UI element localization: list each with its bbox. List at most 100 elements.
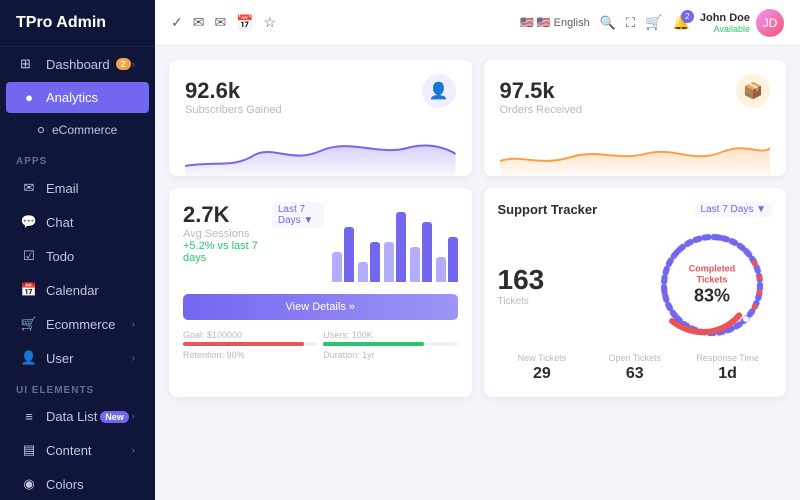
sidebar-item-content[interactable]: ▤ Content › bbox=[6, 434, 149, 466]
stat-users: Users: 100K Duration: 1yr bbox=[323, 330, 457, 362]
stat-label: Orders Received bbox=[500, 104, 583, 116]
progress-bar-duration bbox=[323, 342, 424, 346]
message-icon[interactable]: ✉ bbox=[214, 14, 226, 31]
duration-label: Duration: 1yr bbox=[323, 350, 457, 360]
user-status: Available bbox=[700, 24, 750, 34]
sidebar-item-label: Todo bbox=[46, 249, 74, 264]
stat-card-header: 97.5k Orders Received 📦 bbox=[500, 74, 771, 122]
sidebar-item-user[interactable]: 👤 User › bbox=[6, 342, 149, 374]
sidebar-item-label: Data List bbox=[46, 409, 97, 424]
new-badge: New bbox=[100, 411, 129, 423]
sidebar-item-chat[interactable]: 💬 Chat bbox=[6, 206, 149, 238]
session-stats-grid: Goal: $100000 Retention: 90% Users: 100K… bbox=[183, 330, 458, 362]
sidebar-item-analytics[interactable]: ● Analytics bbox=[6, 82, 149, 113]
email-icon: ✉ bbox=[20, 180, 38, 196]
bar-group-4 bbox=[410, 222, 432, 282]
bottom-row: 2.7K Avg Sessions +5.2% vs last 7 days L… bbox=[169, 188, 786, 397]
response-time-stat: Response Time 1d bbox=[683, 353, 772, 383]
gauge-label: CompletedTickets bbox=[689, 264, 736, 286]
bar bbox=[358, 262, 368, 282]
stats-row: 92.6k Subscribers Gained 👤 bbox=[169, 60, 786, 176]
sidebar-sub-label: eCommerce bbox=[52, 123, 117, 137]
subscribers-card: 92.6k Subscribers Gained 👤 bbox=[169, 60, 472, 176]
bar bbox=[384, 242, 394, 282]
gauge-chart: CompletedTickets 83% bbox=[652, 225, 772, 345]
user-name: John Doe bbox=[700, 12, 750, 24]
view-details-button[interactable]: View Details » bbox=[183, 294, 458, 320]
session-period[interactable]: Last 7 Days ▼ bbox=[272, 202, 324, 228]
stat-label: Subscribers Gained bbox=[185, 104, 282, 116]
session-header: 2.7K Avg Sessions +5.2% vs last 7 days L… bbox=[183, 202, 458, 292]
box-icon: 📦 bbox=[743, 81, 763, 101]
sidebar-item-label: Dashboard bbox=[46, 57, 110, 72]
search-icon[interactable]: 🔍 bbox=[600, 15, 616, 31]
dashboard-badge: 2 bbox=[116, 58, 131, 70]
sidebar-item-label: Analytics bbox=[46, 90, 98, 105]
flag-icon: 🇺🇸 bbox=[520, 16, 534, 29]
star-icon[interactable]: ☆ bbox=[264, 14, 277, 31]
support-left: 163 Tickets bbox=[498, 264, 643, 307]
session-title: Avg Sessions bbox=[183, 228, 272, 240]
bar bbox=[396, 212, 406, 282]
progress-bar-wrap bbox=[323, 342, 457, 346]
bar bbox=[422, 222, 432, 282]
open-tickets-stat: Open Tickets 63 bbox=[590, 353, 679, 383]
support-period[interactable]: Last 7 Days ▼ bbox=[695, 202, 772, 217]
sidebar-item-label: Calendar bbox=[46, 283, 99, 298]
bar bbox=[410, 247, 420, 282]
sidebar-item-email[interactable]: ✉ Email bbox=[6, 172, 149, 204]
sidebar-item-label: Ecommerce bbox=[46, 317, 115, 332]
session-right: Last 7 Days ▼ bbox=[272, 202, 458, 292]
progress-bar-wrap bbox=[183, 342, 317, 346]
ui-section-label: UI ELEMENTS bbox=[0, 375, 155, 400]
mail-icon[interactable]: ✉ bbox=[193, 14, 205, 31]
colors-icon: ◉ bbox=[20, 476, 38, 492]
language-label: 🇺🇸 English bbox=[537, 16, 590, 29]
chevron-right-icon: › bbox=[132, 353, 135, 364]
chat-icon: 💬 bbox=[20, 214, 38, 230]
response-time-label: Response Time bbox=[683, 353, 772, 363]
sidebar-item-datalist[interactable]: ≡ Data List New › bbox=[6, 401, 149, 432]
tickets-number: 163 bbox=[498, 264, 643, 296]
fullscreen-icon[interactable]: ⛶ bbox=[626, 15, 635, 31]
sidebar-item-label: Colors bbox=[46, 477, 84, 492]
support-title: Support Tracker bbox=[498, 202, 598, 217]
new-tickets-label: New Tickets bbox=[498, 353, 587, 363]
bar-group-5 bbox=[436, 237, 458, 282]
sidebar-logo: TPro Admin bbox=[0, 0, 155, 47]
gauge-center: CompletedTickets 83% bbox=[689, 264, 736, 307]
bar-group-1 bbox=[332, 227, 354, 282]
calendar-topbar-icon[interactable]: 📅 bbox=[236, 14, 253, 31]
open-tickets-label: Open Tickets bbox=[590, 353, 679, 363]
sidebar-item-calendar[interactable]: 📅 Calendar bbox=[6, 274, 149, 306]
session-bar-chart bbox=[332, 202, 458, 282]
sidebar-item-todo[interactable]: ☑ Todo bbox=[6, 240, 149, 272]
sidebar-item-colors[interactable]: ◉ Colors bbox=[6, 468, 149, 500]
sidebar-item-label: Content bbox=[46, 443, 92, 458]
sidebar-item-dashboard[interactable]: ⊞ Dashboard 2 › bbox=[6, 48, 149, 80]
sidebar-item-ecommerce2[interactable]: 🛒 Ecommerce › bbox=[6, 308, 149, 340]
chevron-down-icon: › bbox=[132, 59, 135, 70]
stat-value: 97.5k bbox=[500, 78, 583, 104]
orders-card: 97.5k Orders Received 📦 bbox=[484, 60, 787, 176]
cart-icon[interactable]: 🛒 bbox=[645, 14, 662, 30]
sidebar-sub-ecommerce[interactable]: eCommerce bbox=[38, 118, 141, 142]
session-card: 2.7K Avg Sessions +5.2% vs last 7 days L… bbox=[169, 188, 472, 397]
stat-value: 92.6k bbox=[185, 78, 282, 104]
user-profile[interactable]: John Doe Available JD bbox=[700, 9, 784, 37]
content-icon: ▤ bbox=[20, 442, 38, 458]
person-icon: 👤 bbox=[429, 81, 449, 101]
content-area: 92.6k Subscribers Gained 👤 bbox=[155, 46, 800, 500]
session-growth: +5.2% vs last 7 days bbox=[183, 240, 272, 264]
support-tracker-card: Support Tracker Last 7 Days ▼ 163 Ticket… bbox=[484, 188, 787, 397]
language-selector[interactable]: 🇺🇸 🇺🇸 English bbox=[520, 16, 590, 29]
stat-goal: Goal: $100000 Retention: 90% bbox=[183, 330, 317, 362]
topbar-nav-icons: ✓ ✉ ✉ 📅 ☆ bbox=[171, 14, 276, 31]
stat-users-label: Users: 100K bbox=[323, 330, 457, 340]
stat-goal-label: Goal: $100000 bbox=[183, 330, 317, 340]
datalist-icon: ≡ bbox=[20, 409, 38, 424]
check-icon[interactable]: ✓ bbox=[171, 14, 183, 31]
notification-badge: 2 bbox=[681, 10, 694, 23]
sidebar: TPro Admin ⊞ Dashboard 2 › ● Analytics e… bbox=[0, 0, 155, 500]
bar bbox=[332, 252, 342, 282]
